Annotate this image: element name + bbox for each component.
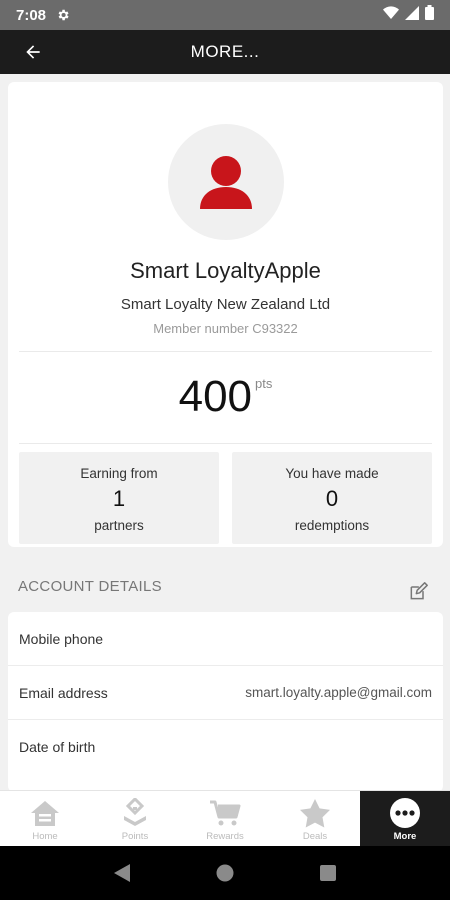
edit-icon — [410, 582, 428, 600]
divider — [19, 443, 432, 444]
stat-label: You have made — [285, 466, 379, 481]
back-button[interactable] — [18, 38, 48, 66]
main-content[interactable]: Smart LoyaltyApple Smart Loyalty New Zea… — [0, 74, 450, 790]
star-icon — [298, 797, 332, 829]
divider — [19, 351, 432, 352]
signal-icon — [405, 5, 419, 25]
app-bar: MORE... — [0, 30, 450, 74]
stat-sub: partners — [94, 518, 144, 533]
nav-item-points[interactable]: Points — [90, 791, 180, 847]
detail-value: smart.loyalty.apple@gmail.com — [245, 685, 432, 700]
stat-value: 0 — [325, 486, 339, 511]
bottom-nav: Home Points Rewards Deals More — [0, 790, 450, 847]
mobile-phone-row[interactable]: Mobile phone — [8, 612, 443, 666]
edit-account-button[interactable] — [408, 582, 430, 604]
stat-value: 1 — [112, 486, 126, 511]
nav-item-more[interactable]: More — [360, 791, 450, 847]
cart-icon — [208, 797, 242, 829]
system-home-button[interactable] — [210, 858, 240, 888]
date-of-birth-row[interactable]: Date of birth — [8, 720, 443, 774]
member-number: Member number C93322 — [153, 321, 298, 336]
system-recents-button[interactable] — [313, 858, 343, 888]
nav-label: Rewards — [206, 831, 244, 842]
nav-label: Home — [32, 831, 58, 842]
earning-partners-stat: Earning from 1 partners — [19, 452, 219, 544]
circle-home-icon — [216, 864, 234, 882]
system-back-button[interactable] — [107, 858, 137, 888]
home-icon — [28, 797, 62, 829]
nav-item-rewards[interactable]: Rewards — [180, 791, 270, 847]
nav-label: Deals — [302, 831, 328, 842]
detail-label: Date of birth — [19, 739, 96, 755]
nav-label: Points — [121, 831, 149, 842]
account-details-card: Mobile phone Email address smart.loyalty… — [8, 612, 443, 790]
more-icon — [388, 797, 422, 829]
points-balance: 400 pts — [8, 372, 443, 422]
avatar — [168, 124, 284, 240]
settings-gear-icon — [56, 8, 70, 22]
redemptions-stat: You have made 0 redemptions — [232, 452, 432, 544]
stat-sub: redemptions — [294, 518, 370, 533]
profile-company: Smart Loyalty New Zealand Ltd — [120, 296, 331, 313]
points-icon — [118, 797, 152, 829]
profile-card: Smart LoyaltyApple Smart Loyalty New Zea… — [8, 82, 443, 547]
stat-label: Earning from — [80, 466, 158, 481]
square-recents-icon — [320, 865, 337, 881]
status-indicators — [383, 5, 434, 25]
page-title: MORE... — [190, 42, 260, 61]
status-time: 7:08 — [16, 6, 47, 24]
account-details-header: ACCOUNT DETAILS — [18, 578, 162, 595]
system-nav-bar — [0, 846, 450, 900]
points-value: 400 — [178, 372, 253, 421]
detail-label: Mobile phone — [19, 630, 104, 647]
nav-item-home[interactable]: Home — [0, 791, 90, 847]
nav-label: More — [393, 831, 417, 842]
triangle-back-icon — [113, 864, 130, 882]
profile-name: Smart LoyaltyApple — [130, 258, 321, 283]
back-arrow-icon — [26, 45, 40, 59]
wifi-icon — [383, 5, 399, 25]
status-bar: 7:08 — [0, 0, 450, 30]
user-icon — [200, 156, 252, 209]
nav-item-deals[interactable]: Deals — [270, 791, 360, 847]
detail-label: Email address — [19, 684, 108, 701]
points-unit: pts — [255, 376, 273, 391]
battery-icon — [425, 5, 434, 25]
email-address-row[interactable]: Email address smart.loyalty.apple@gmail.… — [8, 666, 443, 720]
